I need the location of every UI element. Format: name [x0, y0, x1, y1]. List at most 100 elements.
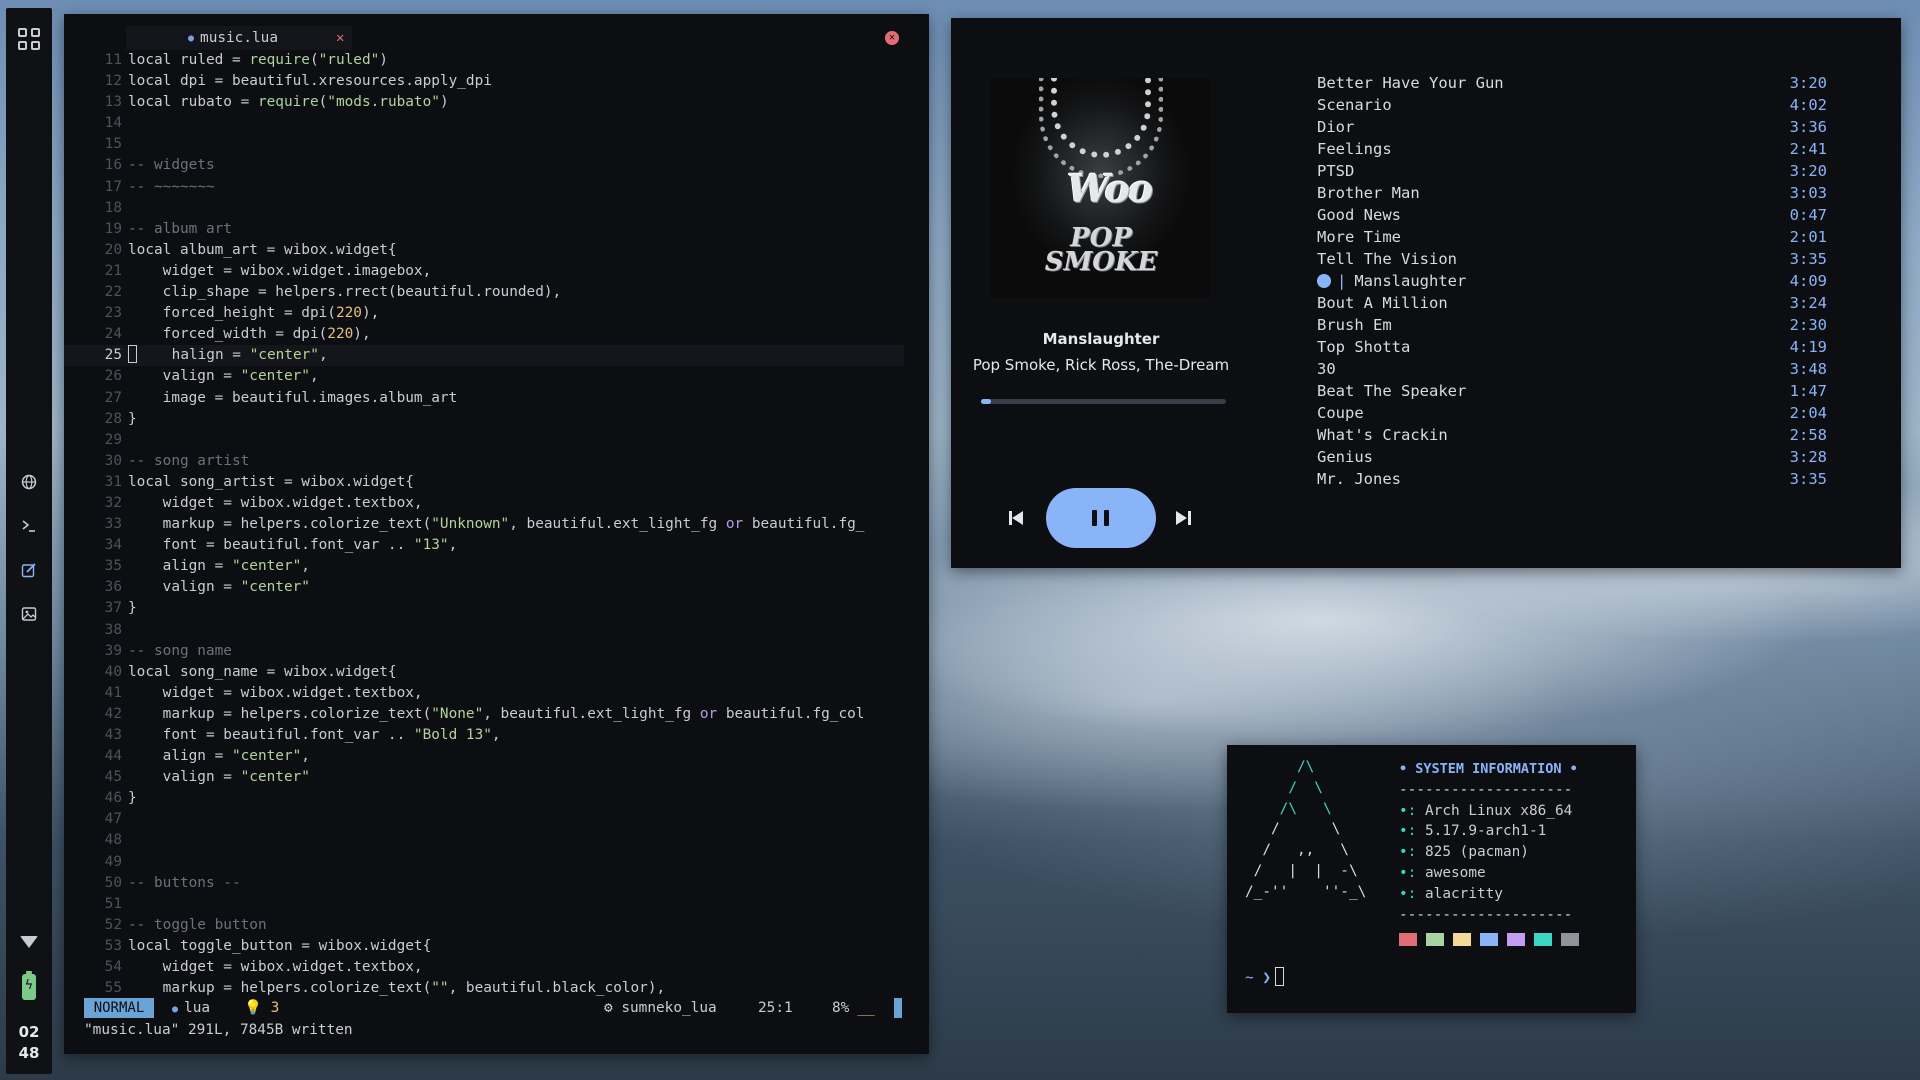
code-line[interactable]: 45 valign = "center" [64, 767, 929, 788]
code-line[interactable]: 25 halign = "center", [64, 345, 904, 367]
code-line[interactable]: 42 markup = helpers.colorize_text("None"… [64, 704, 929, 725]
code-line[interactable]: 33 markup = helpers.colorize_text("Unkno… [64, 514, 929, 535]
code-line[interactable]: 12 local dpi = beautiful.xresources.apply… [64, 71, 929, 92]
progress-fill [981, 399, 991, 404]
playlist-item[interactable]: Better Have Your Gun 3:20 [1317, 72, 1827, 94]
code-line[interactable]: 17 -- ~~~~~~~ [64, 177, 929, 198]
info-value: awesome [1425, 864, 1486, 881]
playlist-item[interactable]: Beat The Speaker 1:47 [1317, 380, 1827, 402]
code-line[interactable]: 52 -- toggle button [64, 915, 929, 936]
playlist-item[interactable]: PTSD 3:20 [1317, 160, 1827, 182]
code-line[interactable]: 36 valign = "center" [64, 577, 929, 598]
wifi-icon[interactable] [6, 930, 52, 954]
playlist-item[interactable]: Good News 0:47 [1317, 204, 1827, 226]
next-button[interactable] [1175, 510, 1191, 526]
image-icon[interactable] [6, 600, 52, 628]
code-line[interactable]: 27 image = beautiful.images.album_art [64, 388, 929, 409]
code-line[interactable]: 16 -- widgets [64, 155, 929, 176]
color-swatch [1453, 933, 1471, 947]
playlist-item[interactable]: Bout A Million 3:24 [1317, 292, 1827, 314]
code-line[interactable]: 19 -- album art [64, 219, 929, 240]
playlist-item[interactable]: Feelings 2:41 [1317, 138, 1827, 160]
previous-button[interactable] [1009, 510, 1025, 526]
tab-close-icon[interactable]: ✕ [336, 30, 344, 46]
playlist-item-now-playing[interactable]: | Manslaughter 4:09 [1317, 270, 1827, 292]
code-line[interactable]: 11 local ruled = require("ruled") [64, 50, 929, 71]
code-line[interactable]: 46} [64, 788, 929, 809]
color-swatch [1480, 933, 1498, 947]
prompt-symbol: ~ ❯ [1245, 970, 1271, 986]
code-line[interactable]: 50 -- buttons -- [64, 873, 929, 894]
code-line[interactable]: 41 widget = wibox.widget.textbox, [64, 683, 929, 704]
line-number: 37 [104, 600, 122, 617]
playlist-item[interactable]: Brother Man 3:03 [1317, 182, 1827, 204]
terminal-icon[interactable] [6, 512, 52, 540]
code-line[interactable]: 48 [64, 830, 929, 851]
system-info-row: •: awesome [1399, 863, 1629, 884]
code-line[interactable]: 32 widget = wibox.widget.textbox, [64, 493, 929, 514]
playlist-item[interactable]: Mr. Jones 3:35 [1317, 468, 1827, 490]
code-line[interactable]: 51 [64, 894, 929, 915]
song-title: Manslaughter [1042, 330, 1160, 348]
track-duration: 3:20 [1789, 74, 1827, 92]
code-buffer[interactable]: 11 local ruled = require("ruled") 12 local … [64, 50, 929, 999]
divider: -------------------- [1399, 781, 1573, 798]
code-line[interactable]: 44 align = "center", [64, 746, 929, 767]
globe-icon[interactable] [6, 468, 52, 496]
playlist-item[interactable]: Top Shotta 4:19 [1317, 336, 1827, 358]
code-line[interactable]: 39 -- song name [64, 641, 929, 662]
shell-prompt[interactable]: ~ ❯ [1245, 967, 1284, 988]
code-line[interactable]: 20 local album_art = wibox.widget{ [64, 240, 929, 261]
code-line[interactable]: 47 [64, 809, 929, 830]
code-line[interactable]: 37} [64, 598, 929, 619]
track-title: Brush Em [1317, 316, 1392, 334]
progress-bar[interactable] [981, 399, 1226, 404]
playlist-item[interactable]: Scenario 4:02 [1317, 94, 1827, 116]
playlist-item[interactable]: 30 3:48 [1317, 358, 1827, 380]
code-line[interactable]: 55 markup = helpers.colorize_text("", be… [64, 978, 929, 999]
arch-logo: /\ / \ /\ \ / \ / ,, \ / | | -\ /_-'' ''… [1245, 759, 1367, 900]
code-line[interactable]: 26 valign = "center", [64, 366, 929, 387]
edit-icon[interactable] [6, 556, 52, 584]
code-line[interactable]: 54 widget = wibox.widget.textbox, [64, 957, 929, 978]
code-line[interactable]: 43 font = beautiful.font_var .. "Bold 13… [64, 725, 929, 746]
playlist-item[interactable]: Brush Em 2:30 [1317, 314, 1827, 336]
code-line[interactable]: 30 -- song artist [64, 451, 929, 472]
terminal-window[interactable]: /\ / \ /\ \ / \ / ,, \ / | | -\ /_-'' ''… [1227, 745, 1636, 1013]
playlist-item[interactable]: What's Crackin 2:58 [1317, 424, 1827, 446]
playlist-item[interactable]: Tell The Vision 3:35 [1317, 248, 1827, 270]
playlist-item[interactable]: More Time 2:01 [1317, 226, 1827, 248]
code-line[interactable]: 31 local song_artist = wibox.widget{ [64, 472, 929, 493]
code-line[interactable]: 38 [64, 620, 929, 641]
apps-grid-icon[interactable] [6, 22, 52, 56]
code-line[interactable]: 24 forced_width = dpi(220), [64, 324, 929, 345]
code-line[interactable]: 35 align = "center", [64, 556, 929, 577]
code-line[interactable]: 29 [64, 430, 929, 451]
code-line[interactable]: 21 widget = wibox.widget.imagebox, [64, 261, 929, 282]
playlist-item[interactable]: Genius 3:28 [1317, 446, 1827, 468]
code-line[interactable]: 49 [64, 852, 929, 873]
playlist-item[interactable]: Dior 3:36 [1317, 116, 1827, 138]
info-label: •: [1399, 844, 1417, 861]
editor-window[interactable]: ● music.lua ✕ ✕ 11 local ruled = require(… [64, 14, 929, 1054]
warning-count[interactable]: 💡 3 [244, 998, 279, 1018]
line-number: 25 [104, 347, 122, 364]
line-number: 51 [104, 895, 122, 912]
code-line[interactable]: 14 [64, 113, 929, 134]
tab-music-lua[interactable]: ● music.lua ✕ [126, 26, 352, 50]
line-text: widget = wibox.widget.imagebox, [128, 262, 432, 279]
code-line[interactable]: 13 local rubato = require("mods.rubato") [64, 92, 929, 113]
code-line[interactable]: 22 clip_shape = helpers.rrect(beautiful.… [64, 282, 929, 303]
code-line[interactable]: 15 [64, 134, 929, 155]
code-line[interactable]: 53 local toggle_button = wibox.widget{ [64, 936, 929, 957]
line-number: 31 [104, 473, 122, 490]
code-line[interactable]: 18 [64, 198, 929, 219]
code-line[interactable]: 34 font = beautiful.font_var .. "13", [64, 535, 929, 556]
statusline: NORMAL ● lua 💡 3 ⚙ sumneko_lua 25:1 8% __ [64, 998, 929, 1018]
playlist-item[interactable]: Coupe 2:04 [1317, 402, 1827, 424]
code-line[interactable]: 23 forced_height = dpi(220), [64, 303, 929, 324]
window-close-button[interactable]: ✕ [885, 31, 899, 45]
play-pause-button[interactable] [1046, 488, 1156, 548]
code-line[interactable]: 40 local song_name = wibox.widget{ [64, 662, 929, 683]
code-line[interactable]: 28} [64, 409, 929, 430]
